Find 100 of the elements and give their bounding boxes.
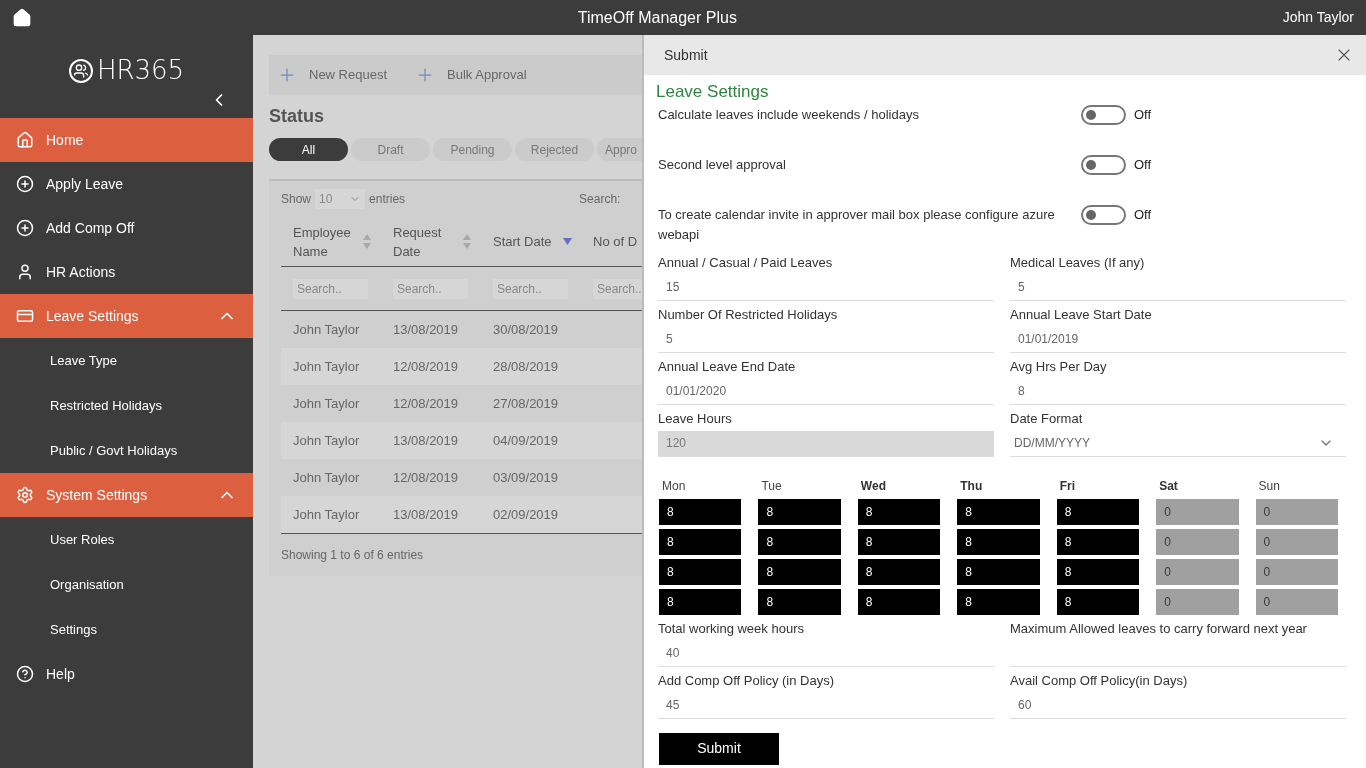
field-label: Avg Hrs Per Day [1010, 358, 1108, 375]
toggle-state: Off [1134, 155, 1152, 174]
sidebar-subitem[interactable]: Public / Govt Holidays [0, 428, 253, 473]
toggle-switch[interactable] [1081, 154, 1126, 175]
hours-input[interactable]: 8 [659, 588, 742, 615]
table-cell-text: John Taylor [292, 357, 361, 376]
toggle-label: Calculate leaves include weekends / holidays [657, 105, 920, 124]
toggle-switch[interactable] [1081, 204, 1126, 225]
table-cell-text: 02/09/2019 [492, 505, 560, 524]
hours-input[interactable]: 8 [1056, 498, 1140, 525]
column-search-field[interactable]: Search.. [493, 278, 568, 299]
logo-text: HR365 [96, 54, 185, 87]
field-label: Leave Hours [658, 410, 733, 427]
hours-input[interactable]: 8 [758, 528, 841, 555]
input-field: 120 [658, 430, 994, 457]
sort-icon [363, 234, 371, 249]
input-field[interactable]: 5 [1010, 274, 1346, 301]
sidebar-item[interactable]: HR Actions [0, 250, 253, 294]
sidebar-subitem[interactable]: User Roles [0, 517, 253, 562]
input-field[interactable]: 01/01/2019 [1010, 326, 1346, 353]
table-cell-text: 27/08/2019 [492, 394, 560, 413]
status-filter[interactable]: All [269, 138, 348, 161]
hours-input[interactable]: 8 [758, 498, 841, 525]
field-label: Annual Leave Start Date [1010, 306, 1153, 323]
sidebar-group[interactable]: System Settings [0, 473, 253, 517]
table-cell-text: John Taylor [292, 394, 361, 413]
input-field[interactable]: 15 [658, 274, 994, 301]
column-search-field[interactable]: Search.. [393, 278, 468, 299]
show-label: Show [281, 191, 312, 208]
sidebar-subitem[interactable]: Leave Type [0, 338, 253, 383]
table-footer: Showing 1 to 6 of 6 entries [281, 548, 424, 562]
input-field[interactable]: 01/01/2020 [658, 378, 994, 405]
sidebar-item[interactable]: Home [0, 118, 253, 162]
day-label: Fri [1058, 477, 1077, 495]
column-header[interactable]: Request Date [393, 222, 459, 261]
sidebar-group[interactable]: Leave Settings [0, 294, 253, 338]
hours-input[interactable]: 8 [1056, 528, 1140, 555]
hours-input[interactable]: 8 [857, 558, 941, 585]
hours-input[interactable]: 8 [957, 588, 1040, 615]
hours-input[interactable]: 8 [758, 588, 841, 615]
hours-input[interactable]: 8 [857, 498, 941, 525]
hours-input[interactable]: 8 [857, 588, 941, 615]
field-label: Date Format [1010, 410, 1084, 427]
input-field[interactable]: 8 [1010, 378, 1346, 405]
day-label: Mon [661, 477, 687, 495]
home-icon[interactable] [12, 7, 32, 28]
status-title: Status [269, 105, 325, 128]
hours-input[interactable]: 8 [957, 498, 1040, 525]
input-field[interactable]: 40 [658, 640, 994, 667]
hours-input[interactable]: 8 [1056, 588, 1140, 615]
toggle-state: Off [1134, 105, 1152, 124]
column-header[interactable]: Employee Name [293, 222, 359, 261]
sidebar-item[interactable]: Add Comp Off [0, 206, 253, 250]
table-cell-text: John Taylor [292, 320, 361, 339]
field-label: Add Comp Off Policy (in Days) [658, 672, 836, 689]
toggle-switch[interactable] [1081, 104, 1126, 125]
sort-icon [463, 234, 471, 249]
table-cell-text: 12/08/2019 [392, 357, 460, 376]
table-cell-text: 13/08/2019 [392, 505, 460, 524]
field-label: Annual / Casual / Paid Leaves [658, 254, 834, 271]
submit-button[interactable]: Submit [659, 732, 779, 765]
day-label: Wed [859, 477, 887, 495]
hours-input[interactable]: 8 [659, 558, 742, 585]
input-field[interactable]: 60 [1010, 692, 1346, 719]
hours-input[interactable]: 8 [758, 558, 841, 585]
user-name[interactable]: John Taylor [1282, 7, 1354, 28]
app-title: TimeOff Manager Plus [577, 7, 737, 28]
hours-input[interactable]: 8 [659, 498, 742, 525]
sidebar-subitem[interactable]: Settings [0, 607, 253, 652]
column-search-field[interactable]: Search.. [293, 278, 368, 299]
table-cell-text: John Taylor [292, 505, 361, 524]
table-cell-text: 28/08/2019 [492, 357, 560, 376]
day-label: Thu [959, 477, 984, 495]
column-header[interactable]: Start Date [493, 232, 559, 251]
table-cell-text: 03/09/2019 [492, 468, 560, 487]
search-label: Search: [579, 191, 621, 208]
hours-input[interactable]: 8 [957, 528, 1040, 555]
toolbar-button[interactable]: New Request [277, 65, 388, 85]
table-cell-text: John Taylor [292, 431, 361, 450]
hours-input[interactable]: 8 [659, 528, 742, 555]
sidebar-item[interactable]: Help [0, 652, 253, 696]
hours-input[interactable]: 8 [1056, 558, 1140, 585]
input-field[interactable]: 45 [658, 692, 994, 719]
sidebar-subitem[interactable]: Organisation [0, 562, 253, 607]
sidebar-subitem[interactable]: Restricted Holidays [0, 383, 253, 428]
toolbar-button[interactable]: Bulk Approval [415, 65, 527, 85]
sidebar-item[interactable]: Apply Leave [0, 162, 253, 206]
date-format-select[interactable]: DD/MM/YYYY [1010, 430, 1346, 457]
column-header[interactable]: No of D [593, 232, 642, 251]
field-label: Maximum Allowed leaves to carry forward next year [1010, 620, 1308, 637]
hours-input[interactable]: 8 [957, 558, 1040, 585]
hours-input[interactable]: 8 [857, 528, 941, 555]
input-field[interactable]: 5 [658, 326, 994, 353]
table-cell-text: 13/08/2019 [392, 320, 460, 339]
column-search-field[interactable]: Search.. [593, 278, 642, 299]
table-cell-text: 12/08/2019 [392, 394, 460, 413]
day-label: Tue [760, 477, 783, 495]
sort-descending-icon [563, 238, 572, 245]
table-cell-text: 04/09/2019 [492, 431, 560, 450]
logo-icon [68, 58, 93, 83]
